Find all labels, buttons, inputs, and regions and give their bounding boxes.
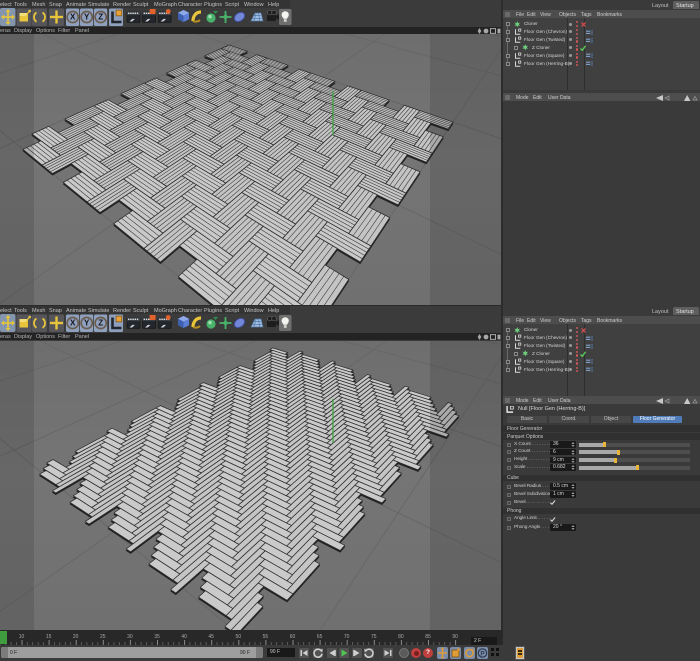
svg-text:60: 60 [290,634,296,640]
svg-text:Z: Z [98,319,103,328]
svg-text:X: X [70,13,76,22]
svg-text:40: 40 [181,634,187,640]
svg-text:P: P [480,650,485,657]
svg-text:55: 55 [263,634,269,640]
svg-text:25: 25 [100,634,106,640]
svg-text:90: 90 [452,634,458,640]
svg-text:15: 15 [46,634,52,640]
svg-text:20: 20 [73,634,79,640]
svg-text:10: 10 [19,634,25,640]
svg-text:45: 45 [208,634,214,640]
svg-text:85: 85 [425,634,431,640]
svg-text:Z: Z [98,13,103,22]
svg-text:70: 70 [344,634,350,640]
svg-text:75: 75 [371,634,377,640]
svg-text:65: 65 [317,634,323,640]
svg-text:Y: Y [84,13,90,22]
svg-text:X: X [70,319,76,328]
svg-text:35: 35 [154,634,160,640]
svg-text:80: 80 [398,634,404,640]
svg-text:30: 30 [127,634,133,640]
svg-text:Y: Y [84,319,90,328]
svg-text:50: 50 [236,634,242,640]
